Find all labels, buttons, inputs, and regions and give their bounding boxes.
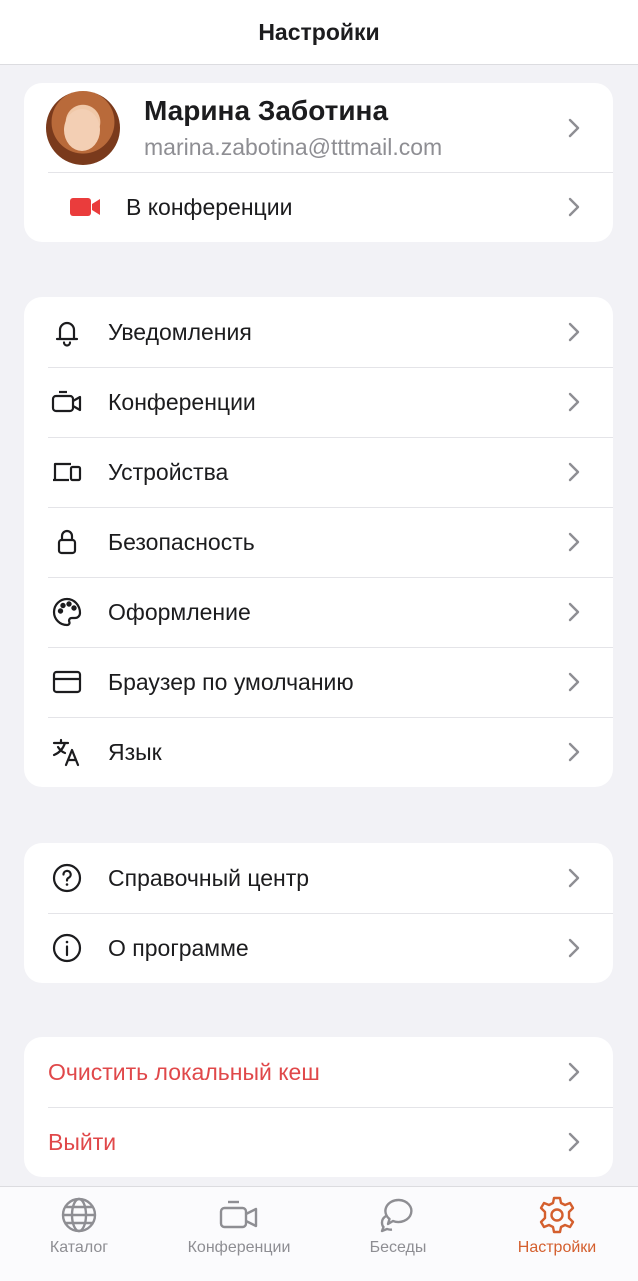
profile-email: marina.zabotina@tttmail.com (144, 133, 443, 160)
devices-icon (47, 452, 87, 492)
video-camera-icon (47, 382, 87, 422)
settings-item-label: Браузер по умолчанию (108, 668, 354, 695)
settings-item-label: Уведомления (108, 318, 252, 345)
settings-item-label: Оформление (108, 598, 251, 625)
chevron-right-icon (567, 1061, 581, 1083)
lock-icon (47, 522, 87, 562)
question-circle-icon (47, 858, 87, 898)
settings-item-label: Язык (108, 738, 162, 765)
settings-item-label: Справочный центр (108, 864, 310, 891)
tab-label: Беседы (369, 1239, 427, 1256)
chevron-right-icon (567, 601, 581, 623)
chevron-right-icon (567, 391, 581, 413)
bell-icon (47, 312, 87, 352)
tab-label: Настройки (517, 1239, 597, 1256)
in-conference-label: В конференции (126, 193, 293, 220)
profile-card: Марина Заботина marina.zabotina@tttmail.… (24, 83, 613, 242)
chevron-right-icon (567, 531, 581, 553)
settings-item-label: Безопасность (108, 528, 255, 555)
settings-item-appearance[interactable]: Оформление (24, 577, 613, 647)
settings-group: Уведомления Конференции Устройства Безоп… (24, 297, 613, 787)
settings-item-devices[interactable]: Устройства (24, 437, 613, 507)
logout-label: Выйти (48, 1128, 117, 1155)
chevron-right-icon (567, 117, 581, 139)
info-circle-icon (47, 928, 87, 968)
chevron-right-icon (567, 1131, 581, 1153)
video-camera-icon (219, 1195, 259, 1235)
chevron-right-icon (567, 196, 581, 218)
help-group: Справочный центр О программе (24, 843, 613, 983)
tab-conferences[interactable]: Конференции (178, 1187, 300, 1281)
chevron-right-icon (567, 461, 581, 483)
chevron-right-icon (567, 867, 581, 889)
avatar (46, 90, 120, 165)
settings-item-conferences[interactable]: Конференции (24, 367, 613, 437)
chevron-right-icon (567, 741, 581, 763)
settings-item-about[interactable]: О программе (24, 913, 613, 983)
clear-cache-button[interactable]: Очистить локальный кеш (24, 1037, 613, 1107)
settings-item-label: Конференции (108, 388, 256, 415)
tab-label: Каталог (49, 1239, 109, 1256)
video-camera-icon (70, 196, 102, 218)
chevron-right-icon (567, 321, 581, 343)
chevron-right-icon (567, 671, 581, 693)
tab-settings[interactable]: Настройки (506, 1187, 608, 1281)
browser-window-icon (47, 662, 87, 702)
logout-button[interactable]: Выйти (24, 1107, 613, 1177)
page-title: Настройки (258, 18, 380, 45)
settings-item-notifications[interactable]: Уведомления (24, 297, 613, 367)
clear-cache-label: Очистить локальный кеш (48, 1058, 320, 1085)
settings-item-default-browser[interactable]: Браузер по умолчанию (24, 647, 613, 717)
translate-icon (47, 732, 87, 772)
tab-chats[interactable]: Беседы (360, 1187, 436, 1281)
globe-icon (59, 1195, 99, 1235)
profile-name: Марина Заботина (144, 94, 389, 126)
palette-icon (47, 592, 87, 632)
danger-group: Очистить локальный кеш Выйти (24, 1037, 613, 1177)
settings-item-label: О программе (108, 934, 249, 961)
settings-item-help-center[interactable]: Справочный центр (24, 843, 613, 913)
gear-icon (537, 1195, 577, 1235)
in-conference-row[interactable]: В конференции (24, 172, 613, 242)
chat-bubbles-icon (378, 1195, 418, 1235)
settings-item-security[interactable]: Безопасность (24, 507, 613, 577)
settings-item-label: Устройства (108, 458, 229, 485)
tab-bar: Каталог Конференции Беседы Настройки (0, 1186, 638, 1281)
tab-label: Конференции (187, 1239, 291, 1256)
top-bar: Настройки (0, 0, 638, 65)
settings-item-language[interactable]: Язык (24, 717, 613, 787)
chevron-right-icon (567, 937, 581, 959)
tab-catalog[interactable]: Каталог (38, 1187, 120, 1281)
profile-row[interactable]: Марина Заботина marina.zabotina@tttmail.… (24, 83, 613, 172)
